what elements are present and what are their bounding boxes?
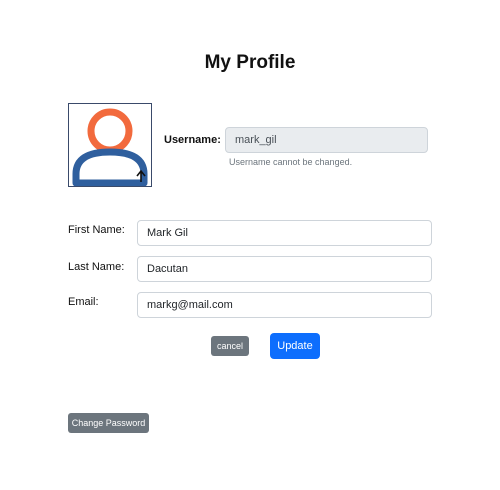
- email-field[interactable]: [137, 292, 432, 318]
- last-name-field[interactable]: [137, 256, 432, 282]
- first-name-field[interactable]: [137, 220, 432, 246]
- username-help-text: Username cannot be changed.: [229, 157, 353, 167]
- user-avatar-icon: [72, 108, 148, 186]
- username-label: Username:: [164, 134, 221, 146]
- change-password-button[interactable]: Change Password: [68, 413, 149, 433]
- username-field: [225, 127, 428, 153]
- cancel-button[interactable]: cancel: [211, 336, 249, 356]
- profile-page: My Profile Username: Username cannot be …: [0, 0, 500, 490]
- last-name-label: Last Name:: [68, 261, 125, 273]
- avatar[interactable]: [68, 103, 152, 187]
- page-title: My Profile: [204, 52, 296, 73]
- first-name-label: First Name:: [68, 224, 125, 236]
- update-button[interactable]: Update: [270, 333, 320, 359]
- email-label: Email:: [68, 296, 99, 308]
